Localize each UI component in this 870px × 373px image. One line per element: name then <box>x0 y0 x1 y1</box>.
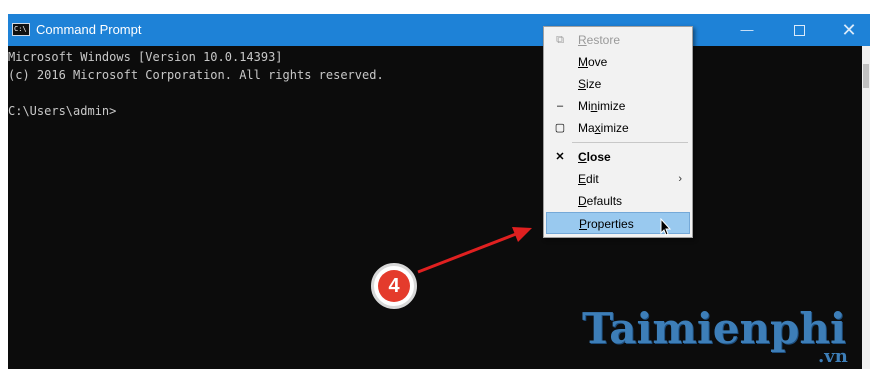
close-icon: ✕ <box>841 20 857 40</box>
menu-item-label: Restore <box>578 33 621 47</box>
step-badge: 4 <box>371 263 417 309</box>
menu-item-close[interactable]: ✕ Close <box>546 146 690 168</box>
close-icon: ✕ <box>555 151 565 163</box>
console-line: (c) 2016 Microsoft Corporation. All righ… <box>8 68 384 82</box>
console-line: Microsoft Windows [Version 10.0.14393] <box>8 50 283 64</box>
mouse-cursor-icon <box>660 218 672 236</box>
watermark-logo: Taimienphi <box>582 304 846 353</box>
submenu-chevron-icon: › <box>678 173 682 185</box>
minimize-icon: — <box>740 22 754 37</box>
vertical-scrollbar[interactable] <box>862 46 870 369</box>
menu-item-label: Maximize <box>578 121 629 135</box>
window-title: Command Prompt <box>36 22 142 37</box>
menu-item-label: Defaults <box>578 194 623 208</box>
console-prompt: C:\Users\admin> <box>8 104 117 118</box>
menu-item-move[interactable]: Move <box>546 51 690 73</box>
maximize-button[interactable] <box>776 14 822 46</box>
maximize-icon <box>793 25 805 37</box>
menu-item-size[interactable]: Size <box>546 73 690 95</box>
menu-separator <box>572 142 688 143</box>
maximize-icon: ▢ <box>554 122 566 134</box>
menu-item-defaults[interactable]: Defaults <box>546 190 690 212</box>
menu-item-label: Minimize <box>578 99 626 113</box>
menu-item-maximize[interactable]: ▢ Maximize <box>546 117 690 139</box>
step-number: 4 <box>378 270 410 302</box>
scrollbar-thumb[interactable] <box>863 64 869 88</box>
title-bar[interactable]: C:\ Command Prompt — ✕ <box>8 14 870 46</box>
menu-item-minimize[interactable]: ‒ Minimize <box>546 95 690 117</box>
restore-icon: ⧉ <box>556 34 564 46</box>
watermark-domain: .vn <box>818 346 848 367</box>
system-menu: ⧉ Restore Move Size ‒ Minimize ▢ Maximiz… <box>543 26 693 238</box>
menu-item-edit[interactable]: Edit › <box>546 168 690 190</box>
menu-item-label: Move <box>578 55 608 69</box>
menu-item-label: Edit <box>578 172 599 186</box>
menu-item-label: Properties <box>579 217 634 231</box>
minimize-icon: ‒ <box>556 100 564 112</box>
cmd-icon[interactable]: C:\ <box>12 23 30 36</box>
menu-item-restore[interactable]: ⧉ Restore <box>546 29 690 51</box>
menu-item-label: Close <box>578 150 611 164</box>
close-button[interactable]: ✕ <box>826 14 870 46</box>
minimize-button[interactable]: — <box>724 14 770 46</box>
menu-item-label: Size <box>578 77 602 91</box>
